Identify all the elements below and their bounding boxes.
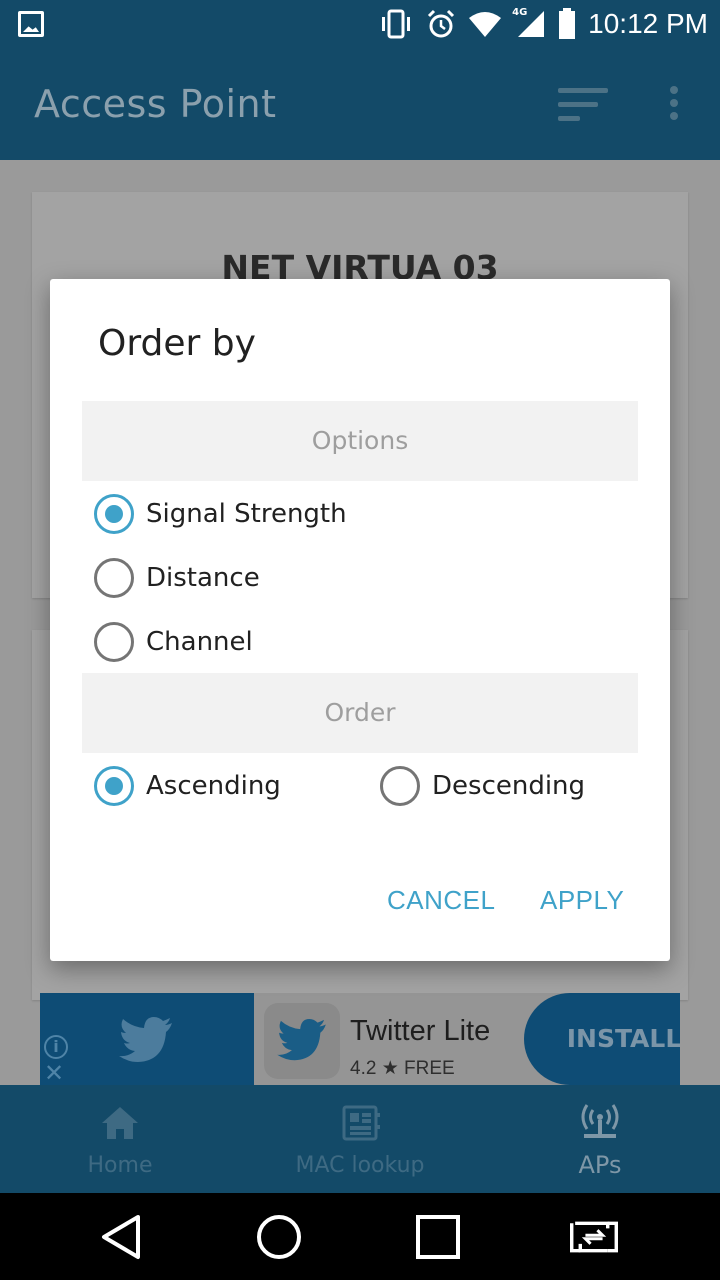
ad-app-name: Twitter Lite	[350, 1015, 491, 1047]
apply-button[interactable]: APPLY	[540, 885, 624, 916]
ad-left-panel: i ✕	[40, 993, 254, 1085]
wifi-icon	[469, 12, 502, 37]
install-button[interactable]: INSTALL	[524, 993, 680, 1085]
nav-item-home[interactable]: Home	[0, 1085, 240, 1193]
page-title: Access Point	[34, 82, 277, 126]
close-icon[interactable]: ✕	[44, 1061, 64, 1085]
info-icon[interactable]: i	[44, 1035, 68, 1059]
order-by-dialog: Order by Options Signal Strength Distanc…	[50, 279, 670, 961]
app-tile	[264, 1003, 340, 1079]
network-type-label: 4G	[512, 7, 528, 18]
signal-icon: 4G	[512, 7, 546, 39]
status-bar: 4G 10:12 PM	[0, 0, 720, 48]
image-icon	[18, 11, 44, 37]
dialog-title: Order by	[98, 323, 256, 364]
option-label: Channel	[146, 627, 253, 657]
option-label: Signal Strength	[146, 499, 347, 529]
star-icon: ★	[381, 1058, 399, 1079]
switch-icon[interactable]	[570, 1213, 618, 1261]
radio-button[interactable]	[380, 766, 420, 806]
order-descending[interactable]: Descending	[380, 756, 585, 816]
recents-icon[interactable]	[414, 1213, 462, 1261]
alarm-icon	[428, 9, 455, 38]
option-signal-strength[interactable]: Signal Strength	[94, 484, 347, 544]
home-icon	[102, 1107, 138, 1139]
order-ascending[interactable]: Ascending	[94, 756, 281, 816]
radio-button[interactable]	[94, 494, 134, 534]
system-nav-bar	[0, 1193, 720, 1280]
nav-label-mac-lookup: MAC lookup	[295, 1153, 425, 1178]
order-header: Order	[82, 673, 638, 753]
chip-icon	[342, 1105, 380, 1141]
option-label: Distance	[146, 563, 260, 593]
bottom-nav: Home MAC lookup APs	[0, 1085, 720, 1193]
radio-button[interactable]	[94, 622, 134, 662]
sort-icon[interactable]	[558, 88, 608, 122]
more-vert-icon[interactable]	[670, 86, 682, 126]
nav-item-mac-lookup[interactable]: MAC lookup	[240, 1085, 480, 1193]
router-icon	[581, 1104, 619, 1138]
back-icon[interactable]	[98, 1213, 146, 1261]
order-label: Ascending	[146, 771, 281, 801]
twitter-bird-icon	[277, 1019, 326, 1061]
price: FREE	[404, 1058, 455, 1079]
clock: 10:12 PM	[588, 8, 708, 39]
radio-button[interactable]	[94, 558, 134, 598]
vibrate-icon	[382, 9, 411, 39]
home-circle-icon[interactable]	[255, 1213, 303, 1261]
nav-item-aps[interactable]: APs	[480, 1085, 720, 1193]
cancel-button[interactable]: CANCEL	[387, 885, 495, 916]
ad-right-panel: Twitter Lite 4.2 ★ FREE INSTALL	[254, 993, 680, 1085]
nav-label-aps: APs	[578, 1151, 622, 1179]
radio-button[interactable]	[94, 766, 134, 806]
ad-rating: 4.2 ★ FREE	[350, 1057, 455, 1080]
twitter-bird-icon	[119, 1017, 172, 1062]
option-distance[interactable]: Distance	[94, 548, 260, 608]
nav-label-home: Home	[87, 1153, 153, 1178]
ad-banner[interactable]: i ✕ Twitter Lite 4.2 ★ FREE INSTALL	[40, 993, 680, 1085]
options-header: Options	[82, 401, 638, 481]
battery-icon	[559, 8, 576, 39]
app-bar: Access Point	[0, 48, 720, 160]
rating-value: 4.2	[350, 1058, 377, 1079]
option-channel[interactable]: Channel	[94, 612, 253, 672]
order-label: Descending	[432, 771, 586, 801]
